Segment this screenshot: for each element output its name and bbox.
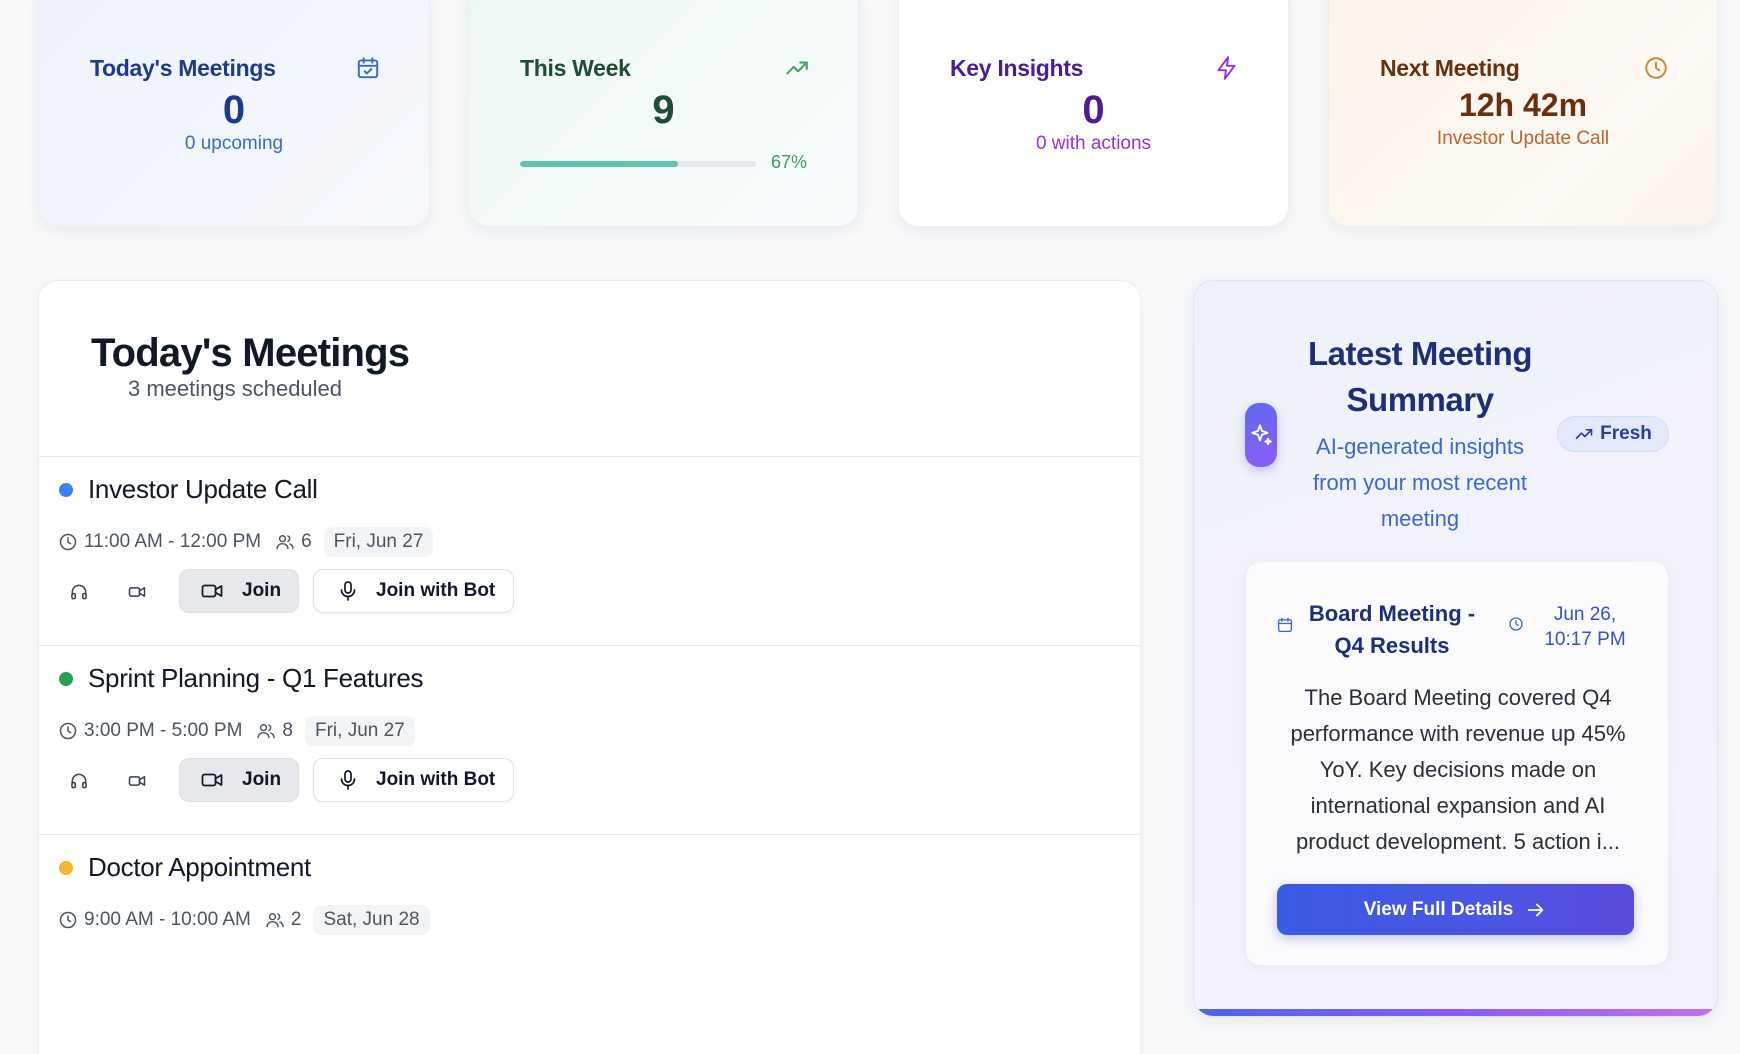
attendee-count: 2 xyxy=(290,909,302,930)
summary-description: AI-generated insights from your most rec… xyxy=(1313,434,1527,531)
stat-subtext: 0 upcoming xyxy=(184,133,284,154)
clock-icon xyxy=(58,910,78,930)
summary-title: Latest Meeting Summary xyxy=(1307,335,1533,418)
summary-meeting-date: Jun 26, 10:17 PM xyxy=(1544,604,1626,650)
users-icon xyxy=(256,721,276,741)
headphones-icon[interactable] xyxy=(69,582,89,602)
join-with-bot-button[interactable]: Join with Bot xyxy=(313,758,514,802)
stat-title: Today's Meetings xyxy=(90,55,276,81)
calendar-check-icon xyxy=(355,55,381,81)
meeting-time: 9:00 AM - 10:00 AM xyxy=(84,909,251,930)
video-icon[interactable] xyxy=(127,582,147,602)
meeting-date: Sat, Jun 28 xyxy=(313,905,430,935)
meeting-meta: 9:00 AM - 10:00 AM 2 Sat, Jun 28 xyxy=(58,905,430,935)
join-button[interactable]: Join xyxy=(179,758,299,802)
stat-title: Key Insights xyxy=(950,55,1084,81)
meeting-date: Fri, Jun 27 xyxy=(304,716,415,746)
attendee-count: 6 xyxy=(301,531,312,552)
meeting-item[interactable]: Investor Update Call 11:00 AM - 12:00 PM… xyxy=(39,457,1140,645)
meeting-title: Sprint Planning - Q1 Features xyxy=(88,663,424,693)
todays-meetings-panel: Today's Meetings 3 meetings scheduled In… xyxy=(38,280,1141,1054)
clock-icon xyxy=(1508,616,1524,632)
meeting-meta: 11:00 AM - 12:00 PM 6 Fri, Jun 27 xyxy=(58,527,434,557)
join-button-label: Join xyxy=(242,769,282,790)
trending-up-icon xyxy=(1574,424,1594,444)
stat-value: 9 xyxy=(652,88,675,132)
users-icon xyxy=(265,910,285,930)
view-full-details-label: View Full Details xyxy=(1363,898,1514,920)
week-progress-percent: 67% xyxy=(770,152,807,172)
stat-value: 12h 42m xyxy=(1458,87,1588,123)
summary-meeting-card: Board Meeting - Q4 Results Jun 26, 10:17… xyxy=(1245,561,1669,966)
video-icon xyxy=(200,579,224,603)
panel-subtitle: 3 meetings scheduled xyxy=(128,376,343,401)
sparkles-icon xyxy=(1245,403,1277,467)
headphones-icon[interactable] xyxy=(69,771,89,791)
stat-card-this-week: This Week 9 67% xyxy=(468,0,859,227)
trending-up-icon xyxy=(784,55,810,81)
calendar-icon xyxy=(1276,616,1294,634)
meeting-item[interactable]: Sprint Planning - Q1 Features 3:00 PM - … xyxy=(39,646,1140,834)
status-dot xyxy=(59,672,73,686)
stat-value: 0 xyxy=(222,88,246,132)
fresh-badge-label: Fresh xyxy=(1600,423,1652,444)
stat-value: 0 xyxy=(1082,88,1105,132)
meeting-item[interactable]: Doctor Appointment 9:00 AM - 10:00 AM 2 … xyxy=(39,835,1140,1023)
latest-meeting-summary-panel: Latest Meeting Summary AI-generated insi… xyxy=(1193,280,1718,1017)
join-with-bot-button[interactable]: Join with Bot xyxy=(313,569,514,613)
view-full-details-button[interactable]: View Full Details xyxy=(1277,884,1634,935)
status-dot xyxy=(59,861,73,875)
fresh-badge: Fresh xyxy=(1557,416,1669,452)
clock-icon xyxy=(1643,55,1669,81)
attendee-count: 8 xyxy=(282,720,293,741)
summary-text: The Board Meeting covered Q4 performance… xyxy=(1290,685,1626,854)
join-with-bot-label: Join with Bot xyxy=(376,769,496,790)
stat-title: This Week xyxy=(520,55,631,81)
video-icon[interactable] xyxy=(127,771,147,791)
clock-icon xyxy=(58,721,78,741)
users-icon xyxy=(275,532,295,552)
arrow-right-icon xyxy=(1525,899,1547,921)
meeting-title: Doctor Appointment xyxy=(88,852,311,882)
video-icon xyxy=(200,768,224,792)
summary-meeting-title: Board Meeting - Q4 Results xyxy=(1308,601,1476,658)
microphone-icon xyxy=(336,579,360,603)
stat-card-todays-meetings: Today's Meetings 0 0 upcoming xyxy=(38,0,430,227)
dashboard: Today's Meetings 0 0 upcoming This Week … xyxy=(0,0,1740,1054)
meeting-time: 11:00 AM - 12:00 PM xyxy=(84,531,262,552)
join-button[interactable]: Join xyxy=(179,569,299,613)
meeting-title: Investor Update Call xyxy=(88,474,318,504)
week-progress-bar xyxy=(520,161,756,167)
status-dot xyxy=(59,483,73,497)
stat-subtext: 0 with actions xyxy=(1035,133,1152,154)
meeting-date: Fri, Jun 27 xyxy=(323,527,434,557)
stat-card-next-meeting: Next Meeting 12h 42m Investor Update Cal… xyxy=(1328,0,1718,227)
meeting-meta: 3:00 PM - 5:00 PM 8 Fri, Jun 27 xyxy=(58,716,415,746)
join-button-label: Join xyxy=(242,580,282,601)
stat-title: Next Meeting xyxy=(1380,55,1520,81)
clock-icon xyxy=(58,532,78,552)
join-with-bot-label: Join with Bot xyxy=(376,580,496,601)
meeting-time: 3:00 PM - 5:00 PM xyxy=(84,720,243,741)
stat-subtext: Investor Update Call xyxy=(1436,128,1610,149)
microphone-icon xyxy=(336,768,360,792)
summary-accent-bar xyxy=(1194,1009,1717,1016)
week-progress-fill xyxy=(520,161,679,167)
stat-card-key-insights: Key Insights 0 0 with actions xyxy=(898,0,1289,227)
panel-title: Today's Meetings xyxy=(91,331,410,375)
zap-icon xyxy=(1214,55,1240,81)
